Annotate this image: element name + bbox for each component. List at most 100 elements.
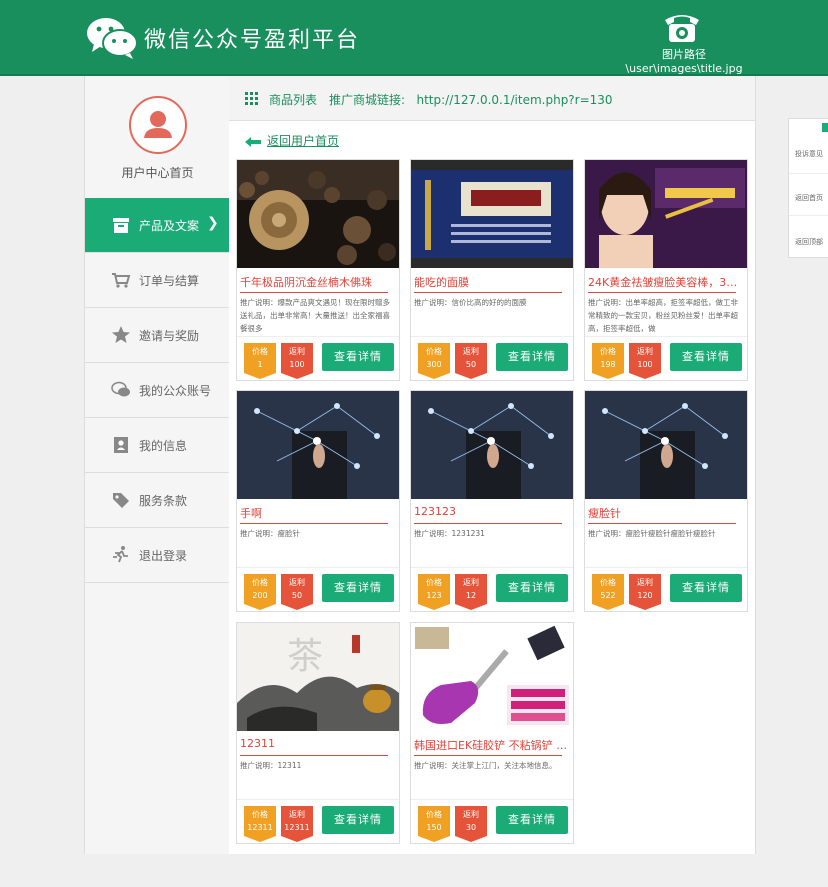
- price-label: 价格: [426, 347, 442, 356]
- price-badge: 价格 1: [244, 343, 276, 379]
- feedback-link[interactable]: 投诉意见: [795, 149, 823, 159]
- box-icon: [113, 218, 129, 233]
- product-name[interactable]: 24K黄金祛皱瘦脸美容棒，3分...: [588, 274, 743, 290]
- product-name[interactable]: 瘦脸针: [588, 505, 743, 521]
- price-badge: 价格 200: [244, 574, 276, 610]
- sidebar-item-invite[interactable]: 邀请与奖励: [85, 307, 230, 362]
- price-badge: 价格 12311: [244, 806, 276, 842]
- product-desc: 推广说明：瘦脸针: [240, 529, 300, 538]
- main-content: 商品列表 推广商城链接: http://127.0.0.1/item.php?r…: [229, 76, 756, 854]
- price-badge: 价格 123: [418, 574, 450, 610]
- product-card: 24K黄金祛皱瘦脸美容棒，3分... 推广说明：出单率超高，拒签率超低，做工非常…: [584, 159, 748, 381]
- rebate-label: 返利: [463, 347, 479, 356]
- divider: [585, 567, 747, 568]
- product-name[interactable]: 12311: [240, 737, 395, 750]
- product-desc: 推广说明：爆款产品爽文遇见！现在限时赠多送礼品，出单非常高！大量推送！出全家福喜…: [240, 298, 390, 333]
- price-value: 150: [426, 823, 442, 832]
- sidebar-item-terms[interactable]: 服务条款: [85, 472, 230, 527]
- chevron-right-icon: ❯: [207, 215, 219, 231]
- divider: [588, 523, 736, 524]
- view-detail-button[interactable]: 查看详情: [496, 343, 568, 371]
- rebate-value: 50: [465, 360, 477, 369]
- rebate-badge: 返利 12: [455, 574, 487, 610]
- price-badge: 价格 198: [592, 343, 624, 379]
- view-detail-button[interactable]: 查看详情: [496, 574, 568, 602]
- divider: [411, 567, 573, 568]
- product-list-label: 商品列表: [269, 93, 318, 107]
- rebate-label: 返利: [289, 810, 305, 819]
- divider: [585, 336, 747, 337]
- rebate-value: 12: [465, 591, 477, 600]
- grid-icon: [245, 92, 258, 105]
- svg-text:茶: 茶: [287, 636, 323, 677]
- rebate-badge: 返利 100: [629, 343, 661, 379]
- sidebar-item-products[interactable]: 产品及文案 ❯: [85, 198, 230, 252]
- rebate-badge: 返利 100: [281, 343, 313, 379]
- product-image: [411, 160, 573, 268]
- divider: [411, 799, 573, 800]
- rebate-badge: 返利 120: [629, 574, 661, 610]
- promo-link[interactable]: 推广商城链接: http://127.0.0.1/item.php?r=130: [329, 91, 613, 108]
- image-path-text: 图片路径 \user\images\title.jpg: [625, 48, 743, 75]
- cart-icon: [112, 273, 131, 288]
- sidebar-item-orders[interactable]: 订单与结算: [85, 252, 230, 307]
- product-name[interactable]: 韩国进口EK硅胶铲 不粘锅铲 天...: [414, 737, 569, 753]
- view-detail-button[interactable]: 查看详情: [322, 343, 394, 371]
- rebate-label: 返利: [289, 347, 305, 356]
- view-detail-button[interactable]: 查看详情: [322, 806, 394, 834]
- price-value: 200: [252, 591, 268, 600]
- price-label: 价格: [252, 810, 268, 819]
- wechat-logo-icon: [87, 18, 138, 59]
- divider: [789, 215, 828, 216]
- product-name[interactable]: 能吃的面膜: [414, 274, 569, 290]
- star-icon: [112, 326, 130, 343]
- home-link[interactable]: 返回首页: [795, 193, 823, 203]
- back-to-top-link[interactable]: 返回顶部: [795, 237, 823, 247]
- rebate-badge: 返利 50: [281, 574, 313, 610]
- view-detail-button[interactable]: 查看详情: [496, 806, 568, 834]
- back-link[interactable]: 返回用户首页: [245, 132, 339, 149]
- floating-toolbar: 投诉意见 返回首页 返回顶部: [788, 118, 828, 258]
- price-label: 价格: [426, 810, 442, 819]
- price-badge: 价格 150: [418, 806, 450, 842]
- app-header: 微信公众号盈利平台 图片路径 \user\images\title.jpg: [0, 0, 828, 76]
- rebate-value: 100: [289, 360, 305, 369]
- rebate-label: 返利: [637, 347, 653, 356]
- telephone-icon: [665, 15, 699, 42]
- product-desc: 推广说明：出单率超高，拒签率超低，做工非常精致的一款宝贝，粉丝见粉丝爱！出单率超…: [588, 298, 738, 333]
- view-detail-button[interactable]: 查看详情: [322, 574, 394, 602]
- price-label: 价格: [252, 578, 268, 587]
- online-indicator-icon: [822, 123, 828, 132]
- avatar[interactable]: [129, 96, 187, 154]
- divider: [237, 799, 399, 800]
- sidebar-item-profile[interactable]: 我的信息: [85, 417, 230, 472]
- divider: [240, 523, 388, 524]
- sidebar-item-label: 退出登录: [139, 549, 188, 563]
- rebate-badge: 返利 30: [455, 806, 487, 842]
- rebate-badge: 返利 12311: [281, 806, 313, 842]
- product-desc: 推广说明：关注掌上江门，关注本地信息。: [414, 761, 557, 770]
- divider: [240, 755, 388, 756]
- product-name[interactable]: 123123: [414, 505, 569, 518]
- view-detail-button[interactable]: 查看详情: [670, 343, 742, 371]
- product-desc: 推广说明：1231231: [414, 529, 485, 538]
- product-desc: 推广说明：信价比高的好的的面膜: [414, 298, 527, 307]
- user-center-link[interactable]: 用户中心首页: [85, 164, 230, 181]
- product-name[interactable]: 千年极品阴沉金丝楠木佛珠: [240, 274, 395, 290]
- rebate-label: 返利: [289, 578, 305, 587]
- product-card: 韩国进口EK硅胶铲 不粘锅铲 天... 推广说明：关注掌上江门，关注本地信息。 …: [410, 622, 574, 844]
- product-image: [237, 391, 399, 499]
- view-detail-button[interactable]: 查看详情: [670, 574, 742, 602]
- product-name[interactable]: 手啊: [240, 505, 395, 521]
- divider: [414, 523, 562, 524]
- sidebar: 用户中心首页 产品及文案 ❯ 订单与结算 邀请与奖励 我的公众账号 我的信息 服…: [84, 76, 231, 854]
- arrow-left-icon: [245, 136, 261, 147]
- runner-icon: [113, 546, 128, 563]
- product-card: 123123 推广说明：1231231 价格 123 返利 12 查看详情: [410, 390, 574, 612]
- sidebar-item-accounts[interactable]: 我的公众账号: [85, 362, 230, 417]
- sidebar-item-logout[interactable]: 退出登录: [85, 527, 230, 583]
- sidebar-item-label: 邀请与奖励: [139, 329, 200, 343]
- product-image: 茶: [237, 623, 399, 731]
- rebate-label: 返利: [463, 810, 479, 819]
- topbar: 商品列表 推广商城链接: http://127.0.0.1/item.php?r…: [229, 76, 755, 121]
